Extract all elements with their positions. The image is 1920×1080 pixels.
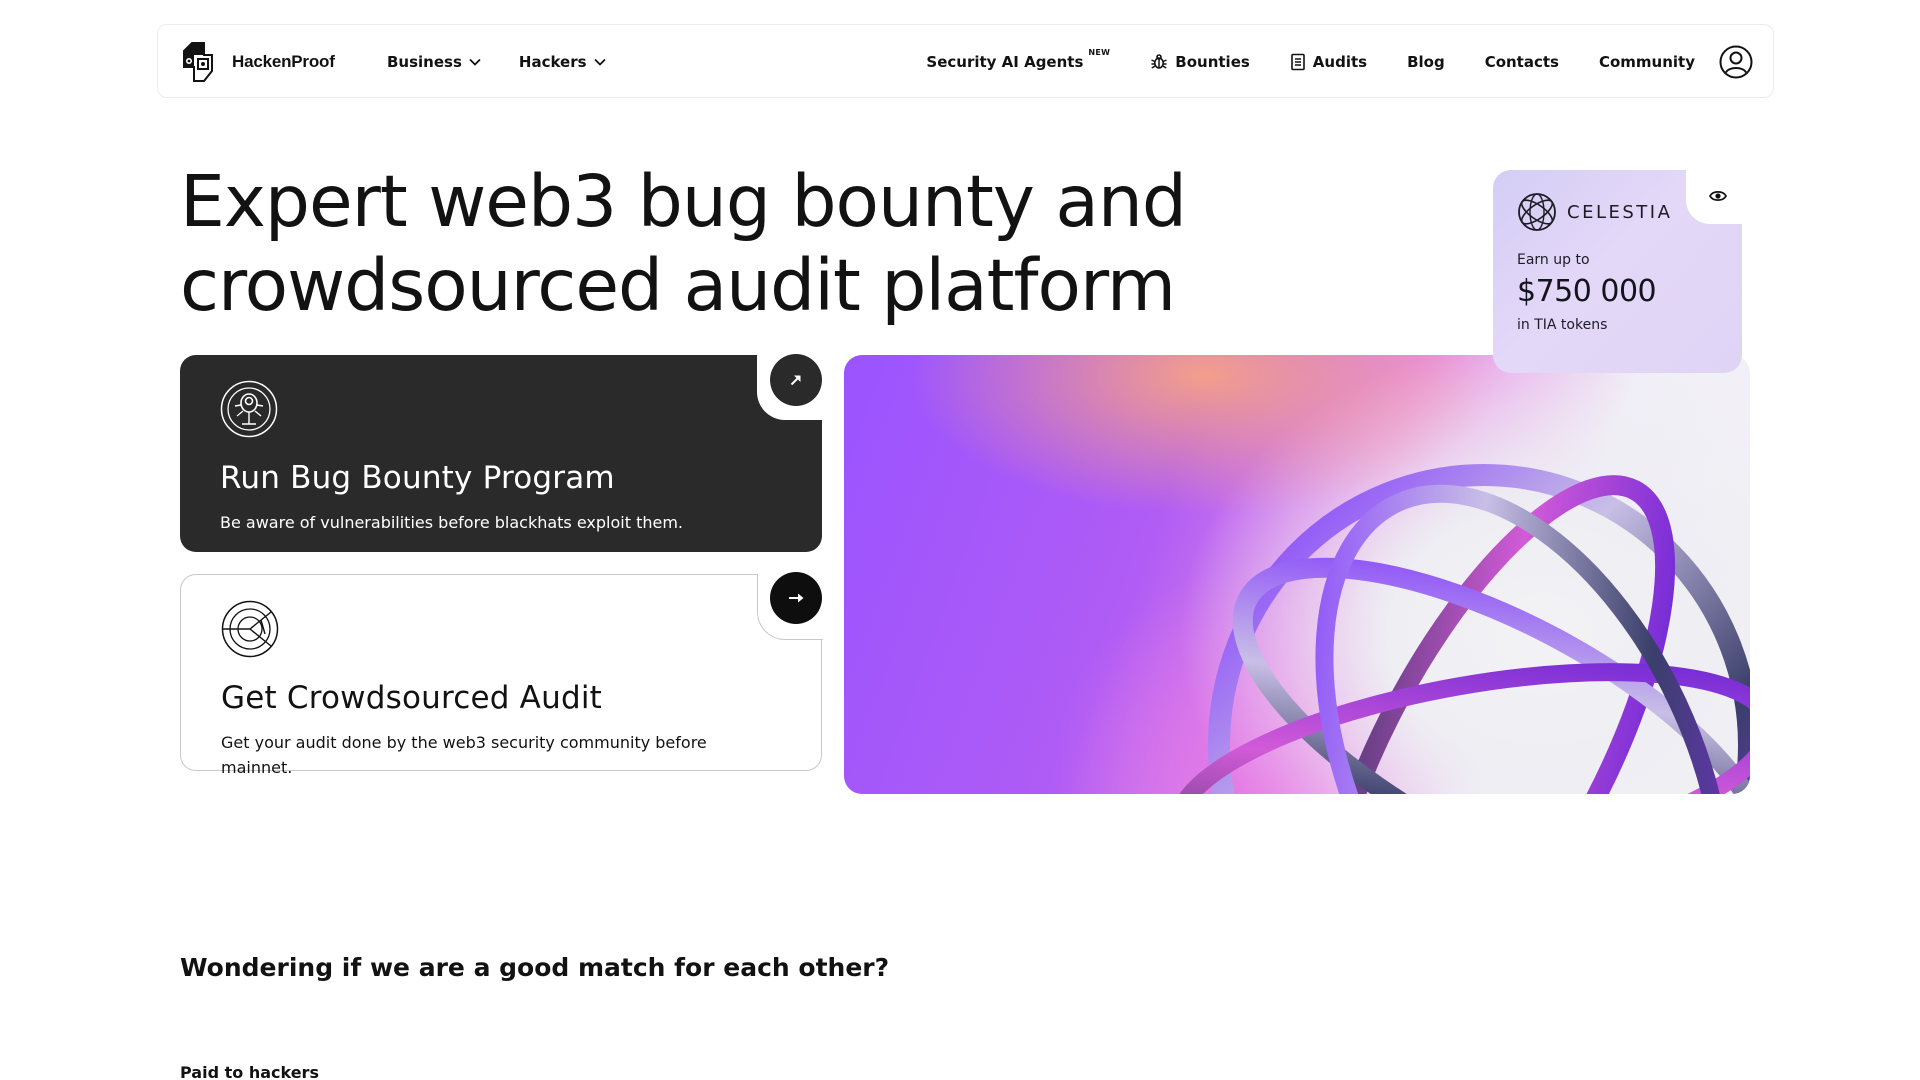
match-question-heading: Wondering if we are a good match for eac…	[180, 953, 890, 982]
chevron-down-icon	[469, 58, 481, 66]
user-account-icon[interactable]	[1719, 45, 1753, 79]
card-title: Get Crowdsourced Audit	[221, 680, 602, 716]
nav-community[interactable]: Community	[1599, 53, 1695, 71]
new-badge: NEW	[1088, 47, 1111, 57]
bug-icon	[1151, 54, 1168, 69]
card-description: Get your audit done by the web3 security…	[221, 733, 707, 777]
logo-text: HackenProof	[232, 52, 335, 71]
hero-sphere-image	[844, 355, 1750, 794]
crowdsourced-audit-arrow-button[interactable]	[770, 572, 822, 624]
celestia-logo-icon	[1518, 193, 1556, 231]
radar-icon	[221, 600, 279, 658]
sponsor-token-label: in TIA tokens	[1517, 317, 1608, 333]
hero-title-line-2: crowdsourced audit platform	[180, 244, 1176, 327]
nav-business[interactable]: Business	[387, 53, 481, 71]
bug-bounty-card[interactable]: Run Bug Bounty Program Be aware of vulne…	[180, 354, 823, 552]
nav-security-ai-agents-label: Security AI Agents	[926, 53, 1084, 71]
site-header: HackenProof Business Hackers Security AI…	[157, 24, 1774, 98]
sponsor-earn-label: Earn up to	[1517, 252, 1590, 268]
sponsor-amount: $750 000	[1517, 274, 1657, 309]
nav-secondary: Security AI Agents NEW Bounties Audits B…	[926, 25, 1753, 99]
card-title: Run Bug Bounty Program	[220, 460, 615, 496]
eye-icon	[1709, 190, 1727, 202]
crowdsourced-audit-card[interactable]: Get Crowdsourced Audit Get your audit do…	[180, 573, 823, 777]
chevron-down-icon	[593, 58, 606, 66]
nav-hackers-label: Hackers	[518, 53, 587, 71]
nav-bounties[interactable]: Bounties	[1150, 53, 1250, 71]
logo[interactable]: HackenProof	[182, 41, 335, 83]
nav-bounties-label: Bounties	[1175, 53, 1250, 71]
paid-to-hackers-label: Paid to hackers	[180, 1063, 319, 1080]
nav-contacts[interactable]: Contacts	[1485, 53, 1559, 71]
nav-hackers[interactable]: Hackers	[519, 53, 606, 71]
document-icon	[1290, 53, 1305, 71]
wire-sphere-graphic	[1169, 464, 1750, 794]
bug-bounty-arrow-button[interactable]	[770, 354, 822, 406]
view-sponsor-button[interactable]	[1702, 180, 1734, 212]
nav-audits[interactable]: Audits	[1290, 53, 1367, 71]
nav-community-label: Community	[1598, 53, 1695, 71]
nav-audits-label: Audits	[1312, 53, 1368, 71]
nav-security-ai-agents[interactable]: Security AI Agents NEW	[926, 48, 1110, 72]
nav-primary: Business Hackers	[387, 25, 606, 99]
bug-target-icon	[220, 380, 278, 438]
arrow-right-icon	[789, 593, 804, 603]
hero-title-line-1: Expert web3 bug bounty and	[180, 160, 1187, 243]
arrow-up-right-icon	[790, 375, 801, 386]
hackenproof-logo-icon	[183, 42, 213, 82]
hero-title: Expert web3 bug bounty and crowdsourced …	[180, 160, 1187, 328]
card-description: Be aware of vulnerabilities before black…	[220, 513, 684, 532]
sponsor-name: CELESTIA	[1567, 201, 1673, 223]
nav-business-label: Business	[387, 53, 462, 71]
nav-contacts-label: Contacts	[1484, 53, 1559, 71]
nav-blog[interactable]: Blog	[1407, 53, 1445, 71]
nav-blog-label: Blog	[1407, 53, 1445, 71]
